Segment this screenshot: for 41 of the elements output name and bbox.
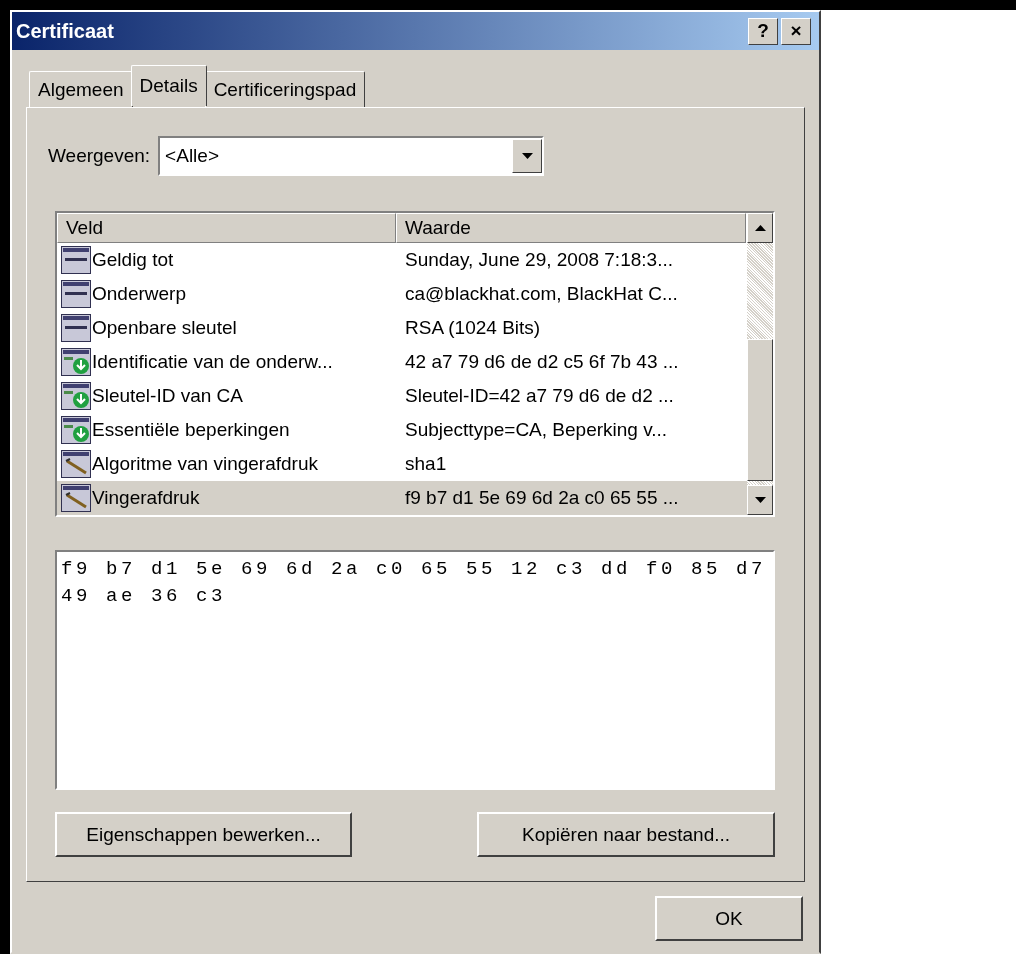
- ok-button[interactable]: OK: [655, 896, 803, 941]
- document-icon: [61, 280, 91, 308]
- field-name: Geldig tot: [92, 249, 174, 271]
- field-name: Algoritme van vingerafdruk: [92, 453, 318, 475]
- tab[interactable]: Algemeen: [29, 71, 133, 107]
- field-value: Sunday, June 29, 2008 7:18:3...: [405, 249, 673, 271]
- scroll-down-icon: [754, 497, 766, 503]
- field-value: RSA (1024 Bits): [405, 317, 541, 339]
- show-dropdown[interactable]: <Alle>: [158, 136, 545, 176]
- field-value: ca@blackhat.com, BlackHat C...: [405, 283, 678, 305]
- pen-icon: [61, 484, 91, 512]
- scroll-up-icon: [754, 225, 766, 231]
- field-value: Subjecttype=CA, Beperking v...: [405, 419, 668, 441]
- field-name: Identificatie van de onderw...: [92, 351, 333, 373]
- tab[interactable]: Details: [130, 65, 207, 106]
- document-icon: [61, 314, 91, 342]
- help-button[interactable]: ?: [748, 17, 778, 45]
- scrollbar[interactable]: [747, 213, 773, 515]
- column-header[interactable]: Veld: [57, 213, 396, 243]
- field-name: Essentiële beperkingen: [92, 419, 290, 441]
- window-title: Certificaat: [16, 19, 115, 43]
- pen-icon: [61, 450, 91, 478]
- edit-properties-button[interactable]: Eigenschappen bewerken...: [55, 812, 352, 857]
- scroll-thumb[interactable]: [747, 339, 773, 481]
- copy-to-file-button[interactable]: Kopiëren naar bestand...: [477, 812, 775, 857]
- document-icon: [61, 246, 91, 274]
- field-name: Sleutel-ID van CA: [92, 385, 243, 407]
- field-value: 42 a7 79 d6 de d2 c5 6f 7b 43 ...: [405, 351, 679, 373]
- show-label: Weergeven:: [48, 145, 151, 167]
- field-name: Openbare sleutel: [92, 317, 237, 339]
- field-value: f9 b7 d1 5e 69 6d 2a c0 65 55 ...: [405, 487, 679, 509]
- close-button[interactable]: ×: [781, 17, 811, 45]
- field-value: Sleutel-ID=42 a7 79 d6 de d2 ...: [405, 385, 674, 407]
- field-name: Vingerafdruk: [92, 487, 200, 509]
- list-row[interactable]: Vingerafdruk f9 b7 d1 5e 69 6d 2a c0 65 55 ...: [57, 481, 747, 515]
- column-header[interactable]: Waarde: [396, 213, 746, 243]
- dropdown-arrow-icon: [521, 153, 533, 159]
- tab[interactable]: Certificeringspad: [204, 71, 366, 107]
- value-text-field[interactable]: f9 b7 d1 5e 69 6d 2a c0 65 55 12 c3 dd f0 85 d7 49 ae 36 c3: [55, 550, 775, 790]
- field-name: Onderwerp: [92, 283, 186, 305]
- field-value: sha1: [405, 453, 447, 475]
